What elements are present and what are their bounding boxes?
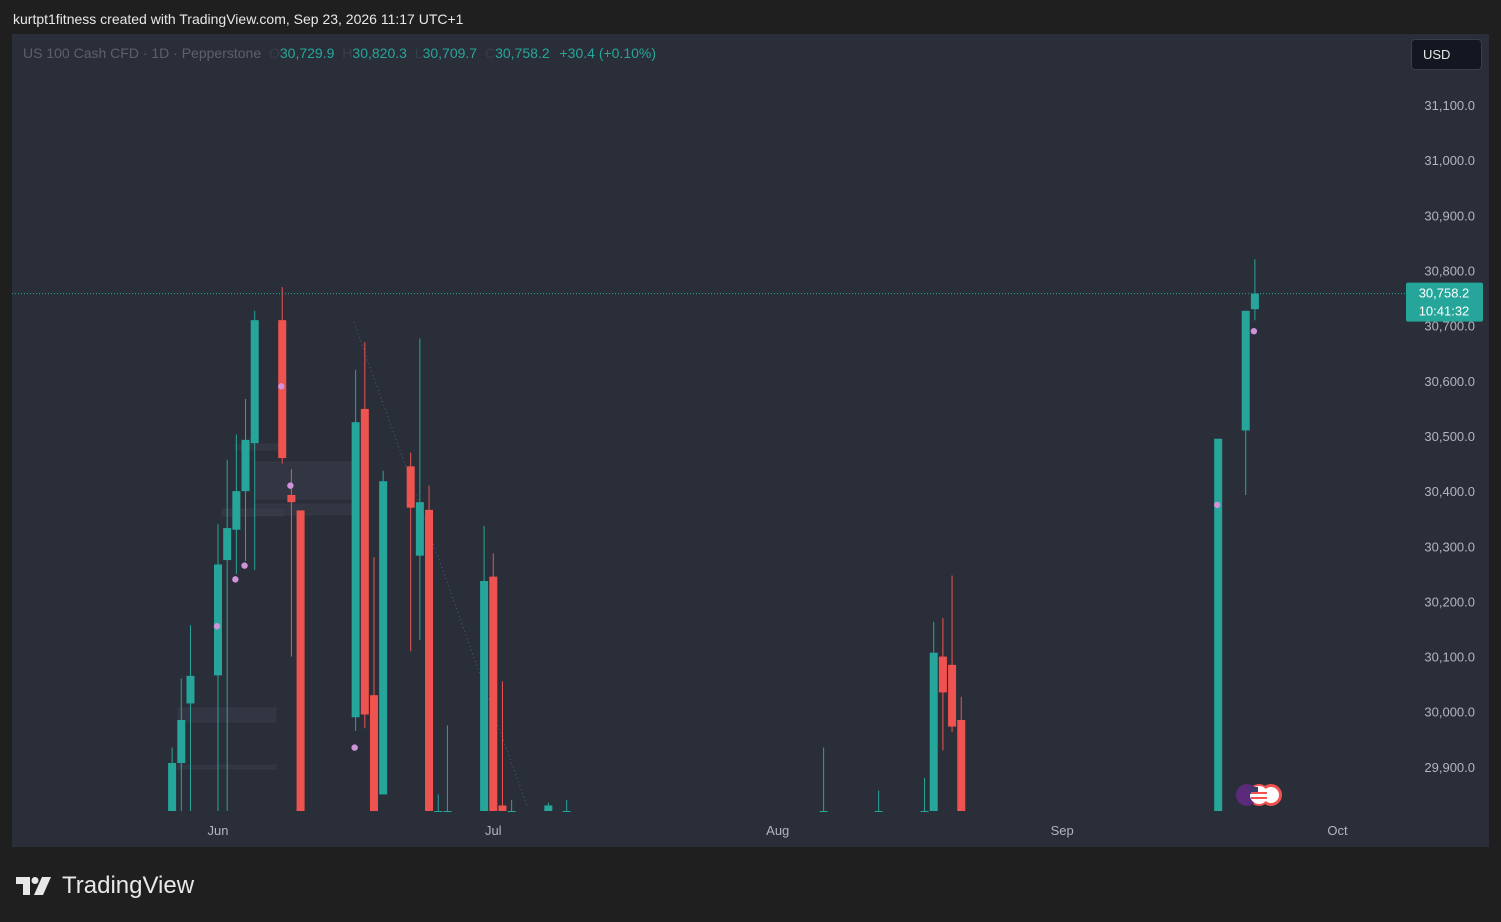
time-tick-label: Jul <box>485 823 502 838</box>
candles <box>168 259 1259 812</box>
price-tick-label: 29,900.0 <box>1424 760 1475 775</box>
price-tick-label: 30,100.0 <box>1424 650 1475 665</box>
price-tick-label: 30,500.0 <box>1424 429 1475 444</box>
candle-body <box>168 763 177 811</box>
price-tick-label: 30,300.0 <box>1424 539 1475 554</box>
candle-body <box>287 494 296 503</box>
candle-body <box>1250 293 1259 310</box>
candle-body <box>223 528 232 561</box>
candle-body <box>480 581 489 811</box>
candle-body <box>929 652 938 811</box>
signal-marker-dot <box>278 383 285 390</box>
candle-body <box>874 811 883 812</box>
time-tick-label: Sep <box>1051 823 1074 838</box>
candle-body <box>443 811 452 812</box>
candle-body <box>214 564 222 676</box>
price-tick-label: 31,000.0 <box>1424 153 1475 168</box>
candle-body <box>406 466 415 508</box>
price-tick-label: 30,600.0 <box>1424 374 1475 389</box>
candle-body <box>351 422 360 718</box>
flag-us-stripe-2 <box>1251 792 1267 794</box>
last-price-label: 30,758.2 <box>1419 286 1470 301</box>
flag-us-stripe <box>1251 797 1267 799</box>
time-tick-label: Aug <box>766 823 789 838</box>
signal-markers <box>213 327 1258 751</box>
candle-body <box>250 320 259 444</box>
candle-body <box>415 502 424 556</box>
signal-marker-dot <box>232 576 239 583</box>
imbalance-zone <box>254 461 353 500</box>
tradingview-wordmark: TradingView <box>62 872 195 899</box>
signal-marker-dot <box>213 623 221 630</box>
candle-body <box>241 439 250 492</box>
bar-countdown-label: 10:41:32 <box>1419 304 1470 319</box>
candle-body <box>1214 438 1223 811</box>
candle-body <box>360 408 369 715</box>
candle-body <box>369 695 378 811</box>
attribution-bar: kurtpt1fitness created with TradingView.… <box>0 0 1501 34</box>
signal-marker-dot <box>241 562 248 569</box>
signal-marker-dot <box>287 482 294 489</box>
time-tick-label: Jun <box>208 823 229 838</box>
price-axis[interactable]: 29,900.0 30,000.0 30,100.0 30,200.0 30,300.0… <box>1424 98 1475 775</box>
candle-body <box>498 805 507 811</box>
price-tick-label: 30,900.0 <box>1424 208 1475 223</box>
candle-body <box>819 811 828 812</box>
price-tick-label: 30,400.0 <box>1424 484 1475 499</box>
candle-body <box>434 811 443 812</box>
candle-body <box>562 811 571 812</box>
candle-body <box>957 720 966 811</box>
signal-marker-dot <box>1213 501 1221 509</box>
candle-body <box>296 510 305 811</box>
price-chart[interactable]: 29,900.0 30,000.0 30,100.0 30,200.0 30,300.0… <box>12 34 1489 847</box>
price-tick-label: 31,100.0 <box>1424 98 1475 113</box>
candle-body <box>186 675 195 704</box>
candle-body <box>544 805 553 811</box>
candle-body <box>938 656 947 693</box>
price-tick-label: 30,200.0 <box>1424 594 1475 609</box>
candle-body <box>1241 310 1250 431</box>
time-axis[interactable]: Jun Jul Aug Sep Oct <box>208 823 1348 838</box>
candle-body <box>379 481 388 795</box>
candle-body <box>489 576 498 811</box>
price-tick-label: 30,000.0 <box>1424 705 1475 720</box>
price-tick-label: 30,800.0 <box>1424 264 1475 279</box>
time-tick-label: Oct <box>1327 823 1348 838</box>
signal-marker-dot <box>1250 327 1258 335</box>
candle-body <box>920 811 929 812</box>
tradingview-logo-icon <box>16 877 51 895</box>
candle-body <box>948 664 957 727</box>
candle-body <box>232 491 241 530</box>
tradingview-brand[interactable]: TradingView <box>16 872 194 900</box>
signal-marker-dot <box>351 744 358 751</box>
candle-body <box>177 720 186 764</box>
candle-body <box>425 509 434 811</box>
event-flags[interactable] <box>1236 784 1282 806</box>
last-price-tag: 30,758.2 10:41:32 <box>1406 282 1483 322</box>
attribution-text: kurtpt1fitness created with TradingView.… <box>13 11 464 27</box>
candle-body <box>507 811 516 812</box>
